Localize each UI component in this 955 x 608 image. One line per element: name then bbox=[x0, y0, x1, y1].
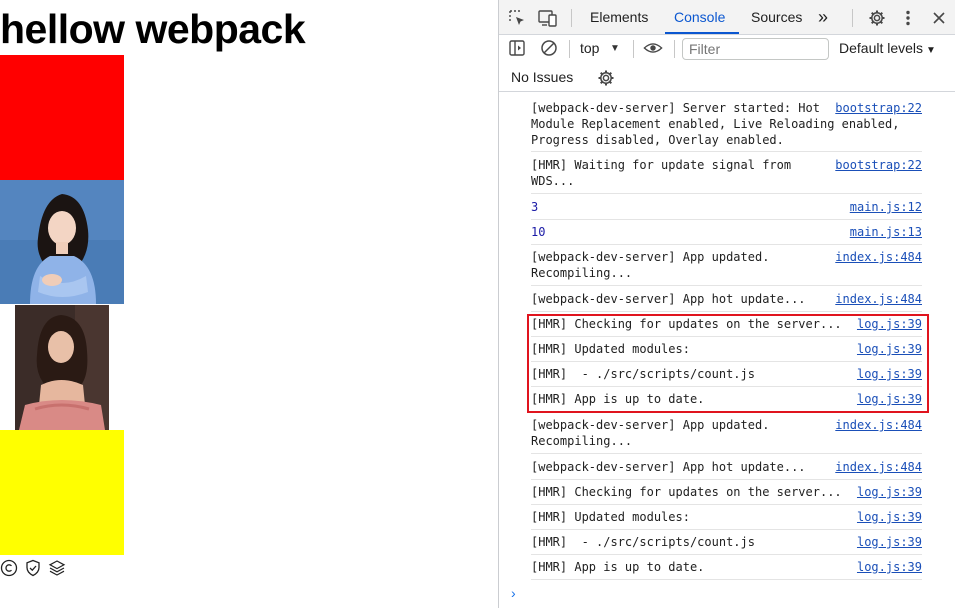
red-box bbox=[0, 55, 124, 180]
layers-icon bbox=[48, 559, 66, 577]
console-message: [webpack-dev-server] App hot update... i… bbox=[531, 459, 922, 480]
message-source-link[interactable]: index.js:484 bbox=[835, 417, 922, 433]
tab-sources[interactable]: Sources bbox=[751, 0, 802, 35]
console-message: [webpack-dev-server] App updated. Recomp… bbox=[531, 417, 922, 454]
message-text: [HMR] Waiting for update signal from WDS… bbox=[531, 158, 792, 188]
copyright-icon bbox=[0, 559, 18, 577]
chevron-down-icon[interactable]: ▼ bbox=[610, 43, 620, 54]
highlight-box bbox=[527, 314, 929, 413]
message-source-link[interactable]: bootstrap:22 bbox=[835, 100, 922, 116]
message-source-link[interactable]: log.js:39 bbox=[857, 509, 922, 525]
console-toolbar: top ▼ Default levels▼ bbox=[499, 35, 955, 63]
console-message: [webpack-dev-server] App updated. Recomp… bbox=[531, 249, 922, 286]
photo-woman-blue-dress bbox=[0, 180, 124, 304]
more-tabs-button[interactable]: » bbox=[818, 0, 828, 35]
message-text: 10 bbox=[531, 225, 546, 239]
message-source-link[interactable]: index.js:484 bbox=[835, 291, 922, 307]
devtools-panel: Elements Console Sources » top ▼ Def bbox=[498, 0, 955, 608]
message-text: 3 bbox=[531, 200, 539, 214]
tab-console[interactable]: Console bbox=[674, 0, 725, 35]
console-prompt[interactable]: › bbox=[511, 585, 516, 601]
message-source-link[interactable]: bootstrap:22 bbox=[835, 157, 922, 173]
active-tab-indicator bbox=[665, 32, 739, 34]
console-message: [HMR] Waiting for update signal from WDS… bbox=[531, 157, 922, 194]
photo-woman-pink-dress bbox=[15, 305, 109, 430]
webpage: hellow webpack bbox=[0, 0, 498, 608]
message-source-link[interactable]: log.js:39 bbox=[857, 534, 922, 550]
yellow-box bbox=[0, 430, 124, 555]
message-text: [HMR] Updated modules: bbox=[531, 510, 690, 524]
eye-icon[interactable] bbox=[643, 38, 663, 58]
footer-icons bbox=[0, 559, 66, 577]
tab-elements[interactable]: Elements bbox=[590, 0, 648, 35]
message-text: [HMR] - ./src/scripts/count.js bbox=[531, 535, 755, 549]
toolbar-divider bbox=[571, 9, 572, 27]
message-source-link[interactable]: index.js:484 bbox=[835, 249, 922, 265]
close-icon[interactable] bbox=[929, 8, 949, 28]
console-message: [HMR] Checking for updates on the server… bbox=[531, 484, 922, 505]
sidebar-toggle-icon[interactable] bbox=[507, 38, 527, 58]
console-message: [webpack-dev-server] Server started: Hot… bbox=[531, 100, 922, 152]
issues-bar: No Issues bbox=[499, 63, 955, 92]
devtools-tabbar: Elements Console Sources » bbox=[499, 0, 955, 35]
chevron-down-icon: ▼ bbox=[926, 45, 936, 56]
log-levels-dropdown[interactable]: Default levels ▼ bbox=[839, 40, 936, 56]
device-toolbar-icon[interactable] bbox=[538, 8, 558, 28]
more-options-icon[interactable] bbox=[898, 8, 918, 28]
log-levels-label: Default levels bbox=[839, 40, 924, 56]
toolbar-divider bbox=[674, 40, 675, 58]
message-source-link[interactable]: main.js:12 bbox=[850, 199, 922, 215]
message-source-link[interactable]: log.js:39 bbox=[857, 484, 922, 500]
message-text: [webpack-dev-server] App updated. Recomp… bbox=[531, 250, 770, 280]
gear-icon[interactable] bbox=[596, 68, 616, 88]
message-source-link[interactable]: log.js:39 bbox=[857, 559, 922, 575]
console-message: [HMR] - ./src/scripts/count.js log.js:39 bbox=[531, 534, 922, 555]
console-message: 10 main.js:13 bbox=[531, 224, 922, 245]
shield-check-icon bbox=[24, 559, 42, 577]
gear-icon[interactable] bbox=[867, 8, 887, 28]
console-message: [webpack-dev-server] App hot update... i… bbox=[531, 291, 922, 312]
message-text: [HMR] App is up to date. bbox=[531, 560, 705, 574]
message-source-link[interactable]: index.js:484 bbox=[835, 459, 922, 475]
message-text: [webpack-dev-server] App updated. Recomp… bbox=[531, 418, 770, 448]
console-message: [HMR] App is up to date. log.js:39 bbox=[531, 559, 922, 580]
message-text: [webpack-dev-server] App hot update... bbox=[531, 460, 806, 474]
toolbar-divider bbox=[569, 40, 570, 58]
page-title: hellow webpack bbox=[0, 6, 306, 52]
toolbar-divider bbox=[633, 40, 634, 58]
context-selector[interactable]: top bbox=[580, 40, 599, 56]
message-text: [webpack-dev-server] App hot update... bbox=[531, 292, 806, 306]
console-output: [webpack-dev-server] Server started: Hot… bbox=[499, 93, 955, 608]
console-message: 3 main.js:12 bbox=[531, 199, 922, 220]
console-message: [HMR] Updated modules: log.js:39 bbox=[531, 509, 922, 530]
inspect-element-icon[interactable] bbox=[507, 8, 527, 28]
message-source-link[interactable]: main.js:13 bbox=[850, 224, 922, 240]
issues-status: No Issues bbox=[511, 69, 574, 85]
message-text: [HMR] Checking for updates on the server… bbox=[531, 485, 842, 499]
clear-console-icon[interactable] bbox=[539, 38, 559, 58]
toolbar-divider bbox=[852, 9, 853, 27]
filter-input[interactable] bbox=[682, 38, 829, 60]
